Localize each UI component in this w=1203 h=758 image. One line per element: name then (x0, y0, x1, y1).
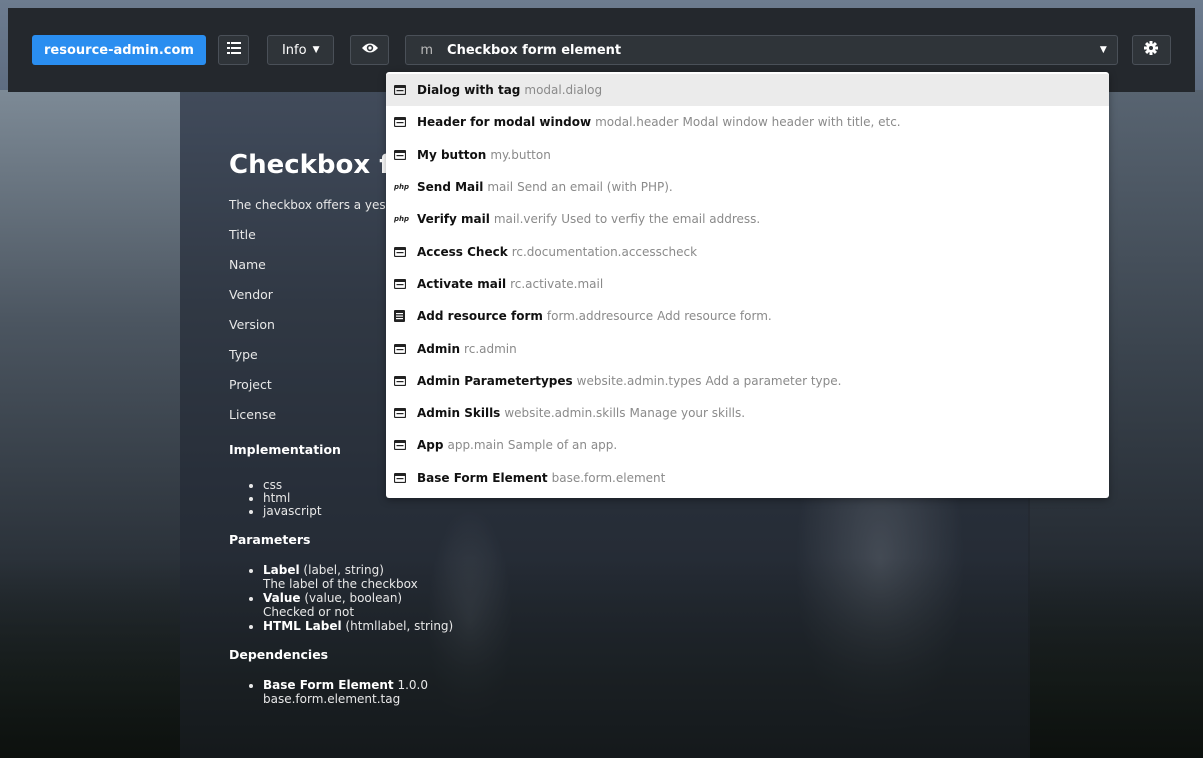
window-icon (394, 149, 414, 160)
resource-search-select[interactable]: m Checkbox form element ▼ (405, 35, 1118, 65)
dropdown-item-title: Admin Parametertypes (417, 373, 573, 388)
dependency-name: Base Form Element (263, 678, 394, 692)
window-icon (394, 440, 414, 451)
dropdown-item[interactable]: Dialog with tag modal.dialog (386, 74, 1109, 107)
dropdown-item-key: website.admin.types (576, 373, 702, 388)
dropdown-item-key: rc.documentation.accesscheck (511, 244, 698, 259)
window-icon (394, 85, 414, 96)
dropdown-item[interactable]: php Verify mail mail.verify Used to verf… (386, 203, 1109, 235)
list-view-button[interactable] (217, 35, 250, 65)
window-icon (394, 117, 414, 128)
dropdown-item-key: modal.header (595, 115, 679, 130)
window-icon (394, 408, 414, 419)
parameter-signature: (value, boolean) (304, 591, 403, 605)
parameter-name: Label (263, 563, 300, 577)
dropdown-item-title: Activate mail (417, 276, 507, 291)
dropdown-item[interactable]: php Send Mail mail Send an email (with P… (386, 171, 1109, 203)
dependencies-heading: Dependencies (229, 647, 329, 662)
parameter-name: HTML Label (263, 619, 342, 633)
dropdown-item-key: base.form.element (551, 470, 666, 485)
search-value: Checkbox form element (447, 42, 622, 58)
parameters-list: Label (label, string) The label of the c… (229, 563, 629, 633)
dropdown-item-key: website.admin.skills (504, 406, 626, 421)
dropdown-item-title: Send Mail (417, 180, 484, 195)
php-icon: php (394, 215, 410, 224)
list-icon (226, 41, 241, 59)
brand-button[interactable]: resource-admin.com (32, 35, 206, 65)
caret-down-icon: ▼ (312, 45, 320, 55)
php-icon: php (394, 183, 410, 192)
info-label: Info (281, 42, 307, 58)
dependencies-list: Base Form Element 1.0.0 base.form.elemen… (229, 678, 629, 706)
gear-icon (1144, 41, 1159, 59)
caret-down-icon[interactable]: ▼ (1100, 45, 1107, 55)
parameters-heading: Parameters (229, 532, 311, 547)
dropdown-item-key: app.main (447, 438, 504, 453)
settings-button[interactable] (1131, 35, 1171, 65)
dropdown-item-key: my.button (490, 147, 551, 162)
dropdown-item-title: Base Form Element (417, 470, 548, 485)
navbar-controls: resource-admin.com Info ▼ m Checkbox for… (32, 34, 1171, 66)
dropdown-item-title: Admin (417, 341, 461, 356)
dropdown-item-description: Add a parameter type. (705, 373, 842, 388)
window-icon (394, 246, 414, 257)
parameter-description: The label of the checkbox (263, 577, 418, 591)
preview-toggle-button[interactable] (350, 35, 390, 65)
window-icon (394, 472, 414, 483)
dropdown-item[interactable]: Activate mail rc.activate.mail (386, 268, 1109, 300)
dropdown-item-key: modal.dialog (524, 83, 603, 98)
dropdown-item[interactable]: Admin rc.admin (386, 332, 1109, 364)
dropdown-item-title: Admin Skills (417, 406, 501, 421)
dependency-item: Base Form Element 1.0.0 base.form.elemen… (263, 678, 629, 706)
dropdown-item-key: mail (487, 180, 514, 195)
window-icon (394, 343, 414, 354)
dropdown-item-description: Modal window header with title, etc. (682, 115, 901, 130)
eye-icon (361, 42, 379, 58)
form-icon (394, 310, 414, 323)
dropdown-item-key: rc.activate.mail (510, 276, 604, 291)
search-prefix: m (420, 42, 434, 58)
dropdown-item-description: Manage your skills. (629, 406, 746, 421)
window-icon (394, 375, 414, 386)
dropdown-item-title: App (417, 438, 444, 453)
dropdown-item[interactable]: Base Form Element base.form.element (386, 462, 1109, 494)
dropdown-item-key: mail.verify (493, 212, 558, 227)
list-item: javascript (263, 505, 629, 518)
dropdown-item-description: Send an email (with PHP). (517, 180, 673, 195)
dropdown-item-key: form.addresource (546, 309, 654, 324)
dropdown-item[interactable]: Access Check rc.documentation.accesschec… (386, 235, 1109, 267)
window-icon (394, 278, 414, 289)
dropdown-item-title: Access Check (417, 244, 508, 259)
dropdown-item-key: rc.admin (464, 341, 517, 356)
dropdown-item-title: Verify mail (417, 212, 490, 227)
parameter-signature: (label, string) (303, 563, 384, 577)
dropdown-item[interactable]: Add resource form form.addresource Add r… (386, 300, 1109, 332)
dropdown-item[interactable]: Admin Skills website.admin.skills Manage… (386, 397, 1109, 429)
dropdown-item-title: My button (417, 147, 487, 162)
dependency-tag: base.form.element.tag (263, 692, 401, 706)
dropdown-item-description: Sample of an app. (507, 438, 618, 453)
parameter-description: Checked or not (263, 605, 355, 619)
dropdown-item-description: Used to verfiy the email address. (561, 212, 761, 227)
dropdown-item[interactable]: App app.main Sample of an app. (386, 429, 1109, 461)
parameter-signature: (htmllabel, string) (345, 619, 454, 633)
dropdown-item[interactable]: Admin Parametertypes website.admin.types… (386, 365, 1109, 397)
dropdown-item[interactable]: My button my.button (386, 139, 1109, 171)
parameter-item: Label (label, string) The label of the c… (263, 563, 629, 591)
dropdown-item-title: Dialog with tag (417, 83, 521, 98)
dropdown-item-description: Add resource form. (657, 309, 772, 324)
dropdown-item[interactable]: Header for modal window modal.header Mod… (386, 106, 1109, 138)
parameter-item: HTML Label (htmllabel, string) (263, 619, 629, 633)
dependency-version: 1.0.0 (397, 678, 429, 692)
parameter-name: Value (263, 591, 301, 605)
dropdown-item-title: Add resource form (417, 309, 543, 324)
info-dropdown-button[interactable]: Info ▼ (267, 35, 335, 65)
parameter-item: Value (value, boolean) Checked or not (263, 591, 629, 619)
dropdown-item-title: Header for modal window (417, 115, 592, 130)
search-results-dropdown: Dialog with tag modal.dialog Header for … (386, 72, 1109, 498)
